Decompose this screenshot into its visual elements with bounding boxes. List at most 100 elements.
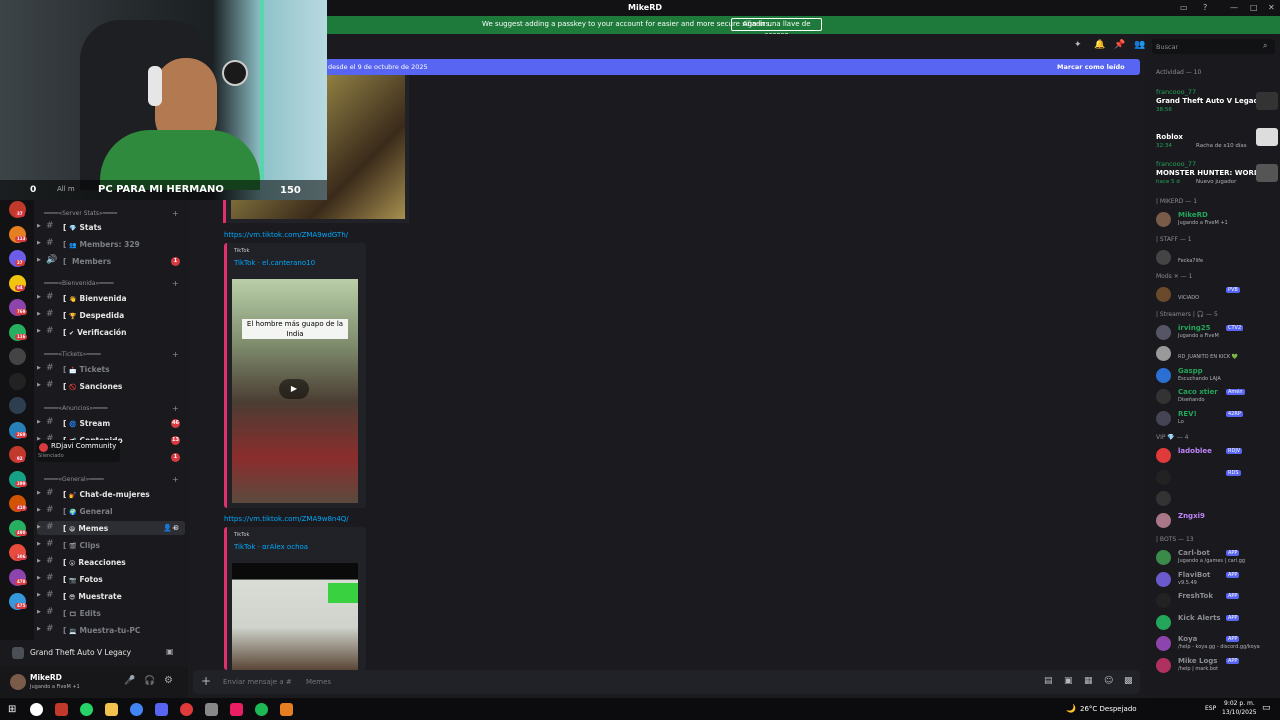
add-channel-icon[interactable]: + xyxy=(172,209,179,218)
channel-item[interactable]: ▶ # [ 📷 Fotos xyxy=(37,572,185,586)
server-icon[interactable] xyxy=(9,348,26,365)
member-item[interactable]: PVB VICIADO xyxy=(1156,285,1276,303)
member-item[interactable]: FlaviBot APP v9.5.49 xyxy=(1156,570,1276,588)
add-channel-icon[interactable]: + xyxy=(172,279,179,288)
app-icon[interactable] xyxy=(230,703,243,716)
gear-icon[interactable]: ⚙ xyxy=(164,675,173,686)
member-item[interactable]: Carl-bot APP Jugando a /games | carl.gg xyxy=(1156,548,1276,566)
activity-panel[interactable]: Grand Theft Auto V Legacy ▣ xyxy=(0,640,188,666)
channel-item[interactable]: ▶ # [ 💎 Stats xyxy=(37,220,185,234)
channel-item[interactable]: ▶ #[ 😆 Memes 👤+ ⚙ xyxy=(37,521,185,535)
member-item[interactable]: Fecka7life xyxy=(1156,248,1276,266)
server-icon[interactable]: 27 xyxy=(9,250,26,267)
app-icon[interactable] xyxy=(280,703,293,716)
language-indicator[interactable]: ESP xyxy=(1205,705,1216,712)
mark-read-button[interactable]: Marcar como leído xyxy=(1057,63,1125,71)
member-item[interactable]: FreshTok APP xyxy=(1156,591,1276,609)
channel-item[interactable]: ▶ # [ 🌀 Stream 46 xyxy=(37,416,185,430)
add-channel-icon[interactable]: + xyxy=(172,475,179,484)
headphones-icon[interactable]: 🎧 xyxy=(144,676,155,686)
add-channel-icon[interactable]: + xyxy=(172,404,179,413)
activity-icon[interactable]: ▣ xyxy=(166,647,174,656)
channel-item[interactable]: ▶ # [ 🚫 Sanciones xyxy=(37,379,185,393)
help-icon[interactable]: ? xyxy=(1203,3,1207,12)
member-item[interactable]: Gaspp Escuchando LAJA xyxy=(1156,366,1276,384)
discord-icon[interactable] xyxy=(155,703,168,716)
member-list-icon[interactable]: 👥 xyxy=(1134,40,1145,50)
gif-icon[interactable]: ▣ xyxy=(1064,676,1073,686)
channel-item[interactable]: ▶ # [ 🏆 Despedida xyxy=(37,308,185,322)
bell-icon[interactable]: 🔔 xyxy=(1094,40,1105,50)
server-icon[interactable] xyxy=(9,372,26,390)
server-icon[interactable]: 269 xyxy=(9,421,28,439)
app-icon[interactable] xyxy=(180,703,193,716)
apps-icon[interactable]: ▩ xyxy=(1124,676,1133,686)
channel-item[interactable]: ▶ # [ 🎞 Edits xyxy=(37,606,185,620)
server-icon[interactable]: 306 xyxy=(9,544,28,561)
activity-card[interactable]: francooo_77 Grand Theft Auto V Legacy 38:5… xyxy=(1156,88,1278,116)
member-item[interactable]: REV! 42RP Lo xyxy=(1156,409,1276,427)
channel-item[interactable]: ▶ # [ 😎 Muestrate xyxy=(37,589,185,603)
message-link[interactable]: https://vm.tiktok.com/ZMA9w8n4Q/ xyxy=(224,515,349,523)
activity-card[interactable]: francooo_77 MONSTER HUNTER: WORLD hace 5 d… xyxy=(1156,160,1278,188)
embed-video[interactable]: El hombre más guapo de la India ▶ xyxy=(232,279,358,503)
member-item[interactable]: Mike Logs APP/help | mark.bot xyxy=(1156,656,1276,674)
threads-icon[interactable]: ✦ xyxy=(1074,40,1082,50)
channel-category[interactable]: ━━━━«Server Stats»━━━━ + xyxy=(44,209,179,218)
embed-video[interactable] xyxy=(232,563,358,670)
minimize-button[interactable]: — xyxy=(1230,3,1238,12)
channel-item[interactable]: ▶ # [ 😮 Reacciones xyxy=(37,555,185,569)
member-item[interactable]: irving25 CTV2 Jugando a FiveM xyxy=(1156,323,1276,341)
server-icon[interactable]: 490 xyxy=(9,519,28,537)
avatar[interactable] xyxy=(10,674,26,690)
embed-author[interactable]: TikTok · el.canterano10 xyxy=(234,259,315,267)
notification-icon[interactable]: ▭ xyxy=(1262,703,1271,713)
member-item[interactable]: ladoblee RDJV xyxy=(1156,446,1276,464)
embed-author[interactable]: TikTok · αrAlex ochoa xyxy=(234,543,308,551)
channel-item[interactable]: ▶ # [ 👋 Bienvenida xyxy=(37,291,185,305)
server-icon[interactable]: 478 xyxy=(9,568,28,586)
server-icon[interactable]: 769 xyxy=(9,299,28,316)
spotify-icon[interactable] xyxy=(255,703,268,716)
member-item[interactable]: RDS xyxy=(1156,468,1276,486)
gear-icon[interactable]: ⚙ xyxy=(173,524,179,532)
server-icon[interactable]: 113 xyxy=(9,225,28,243)
add-channel-icon[interactable]: + xyxy=(172,350,179,359)
weather-text[interactable]: 26°C Despejado xyxy=(1080,705,1137,713)
channel-category[interactable]: ━━━━«Tickets»━━━━ + xyxy=(44,350,179,359)
channel-category[interactable]: ━━━━«General»━━━━ + xyxy=(44,475,179,484)
pin-icon[interactable]: 📌 xyxy=(1114,40,1125,50)
activity-card[interactable]: Roblox 32:34 Racha de x10 días xyxy=(1156,124,1278,152)
clock-date[interactable]: 13/10/2025 xyxy=(1222,709,1257,716)
search-icon[interactable] xyxy=(30,703,43,716)
server-icon[interactable]: 92 xyxy=(9,446,26,463)
windows-start-icon[interactable]: ⊞ xyxy=(8,703,21,716)
channel-item[interactable]: ▶ # [ 🎬 Clips xyxy=(37,538,185,552)
channel-item[interactable]: ▶ # [ ✔ Verificación xyxy=(37,325,185,339)
gift-icon[interactable]: ▤ xyxy=(1044,676,1053,686)
member-item[interactable]: Zngxi9 xyxy=(1156,511,1276,529)
channel-item[interactable]: ▶ 🔊 [ Members 1 xyxy=(37,254,185,268)
new-messages-bar[interactable]: desde el 9 de octubre de 2025 Marcar com… xyxy=(325,59,1140,75)
member-item[interactable]: Koya APP/help - koya.gg - discord.gg/koya xyxy=(1156,634,1276,652)
message-link[interactable]: https://vm.tiktok.com/ZMA9wdGTh/ xyxy=(224,231,348,239)
server-icon[interactable]: 37 xyxy=(9,201,26,218)
channel-item[interactable]: ▶ # [ 👥 Members: 329 xyxy=(37,237,185,251)
member-item[interactable]: MikeRD Jugando a FiveM +1 xyxy=(1156,210,1276,228)
channel-item[interactable]: ▶ # [ 📩 Tickets xyxy=(37,362,185,376)
channel-item[interactable]: ▶ # [ 💻 Muestra-tu-PC xyxy=(37,623,185,637)
message-composer[interactable]: + Enviar mensaje a # Memes ▤ ▣ ▦ ☺ ▩ xyxy=(193,670,1140,694)
server-icon[interactable]: 64 xyxy=(9,274,26,292)
microphone-icon[interactable]: 🎤 xyxy=(124,676,135,686)
add-passkey-button[interactable]: Añadir una llave de acceso xyxy=(731,18,822,39)
member-item[interactable]: Kick Alerts APP xyxy=(1156,613,1276,631)
chrome-icon[interactable] xyxy=(130,703,143,716)
close-button[interactable]: ✕ xyxy=(1268,3,1275,12)
app-icon[interactable] xyxy=(205,703,218,716)
server-icon[interactable] xyxy=(9,397,26,414)
member-item[interactable] xyxy=(1156,489,1276,507)
app-icon[interactable] xyxy=(55,703,68,716)
play-icon[interactable]: ▶ xyxy=(279,379,309,399)
maximize-button[interactable]: □ xyxy=(1250,3,1258,12)
inbox-icon[interactable]: ▭ xyxy=(1180,3,1188,12)
